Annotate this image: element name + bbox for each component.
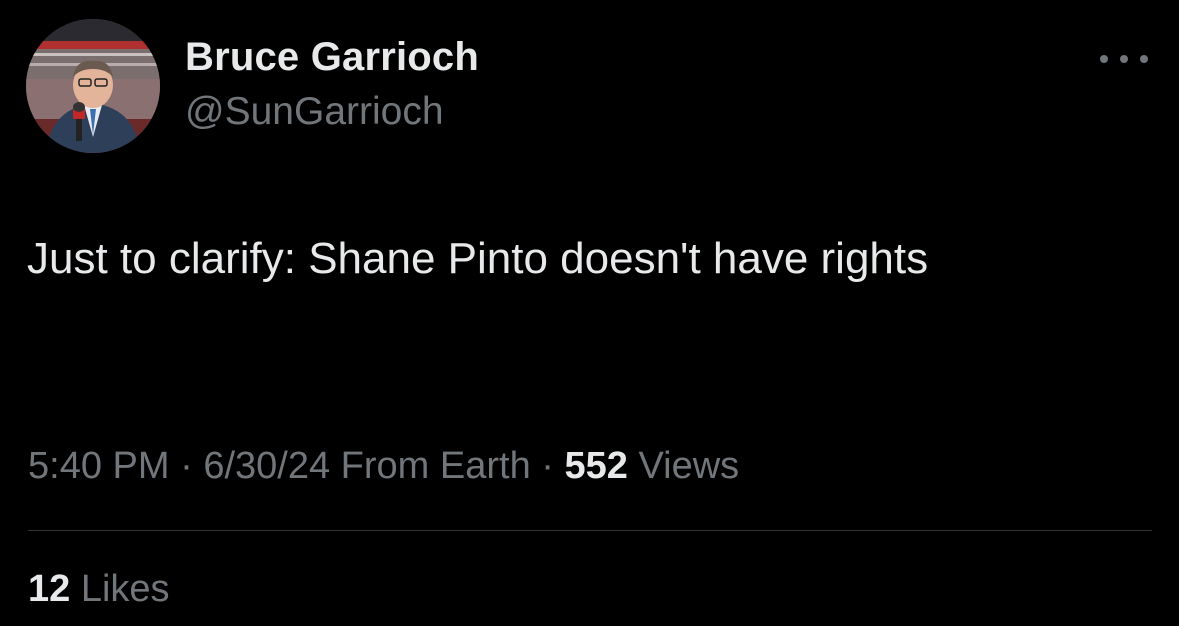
views-label: Views (638, 445, 740, 487)
likes-link[interactable]: 12 Likes (28, 568, 170, 611)
tweet-text: Just to clarify: Shane Pinto doesn't hav… (27, 234, 929, 283)
more-horizontal-icon-dot (1120, 55, 1128, 63)
more-horizontal-icon-dot (1140, 55, 1148, 63)
more-options-button[interactable] (1100, 44, 1148, 74)
tweet-time[interactable]: 5:40 PM (28, 445, 170, 487)
divider (28, 530, 1152, 531)
meta-separator: · (180, 445, 193, 487)
likes-count: 12 (28, 568, 71, 610)
tweet-meta: 5:40 PM · 6/30/24 From Earth · 552 Views (28, 445, 739, 488)
avatar[interactable] (26, 19, 160, 153)
tweet-detail: Bruce Garrioch @SunGarrioch Just to clar… (0, 0, 1179, 626)
meta-separator: · (541, 445, 554, 487)
tweet-date[interactable]: 6/30/24 (203, 445, 330, 487)
profile-photo-icon (26, 19, 160, 153)
more-horizontal-icon (1100, 55, 1108, 63)
likes-label: Likes (80, 568, 170, 610)
tweet-source: From Earth (340, 445, 531, 487)
views-count: 552 (564, 445, 628, 487)
author-handle[interactable]: @SunGarrioch (185, 90, 444, 134)
author-display-name[interactable]: Bruce Garrioch (185, 35, 479, 80)
